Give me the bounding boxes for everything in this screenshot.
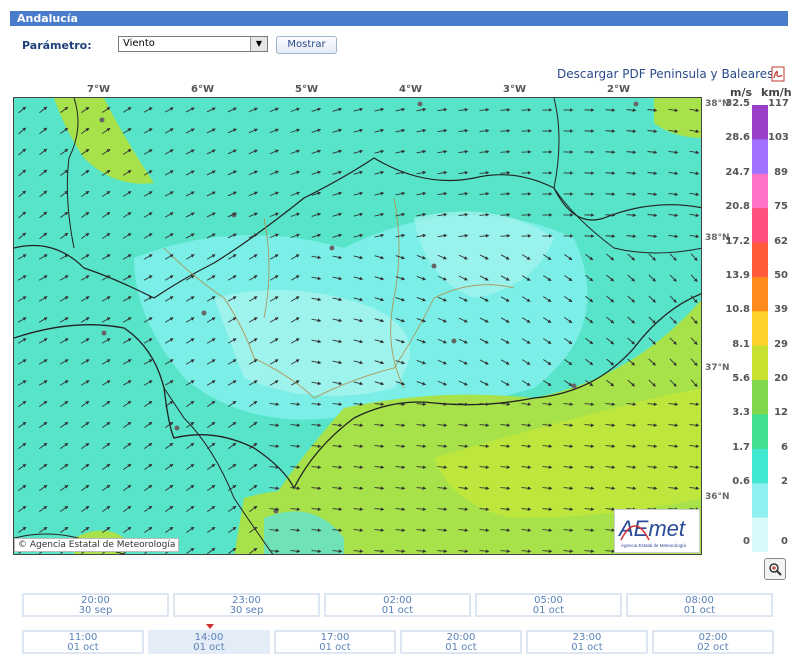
longitude-label: 5°W xyxy=(295,84,318,95)
time-slot-date: 01 oct xyxy=(571,642,603,653)
scale-kmh-label: 20 xyxy=(774,373,788,385)
color-scale-band xyxy=(752,448,768,484)
color-scale-band xyxy=(752,173,768,209)
timeline-row: 20:00 30 sep 23:00 30 sep 02:00 01 oct 05:00 01… xyxy=(22,593,777,617)
parameter-select-value: Viento xyxy=(123,38,155,49)
color-scale-band xyxy=(752,380,768,415)
time-slot-date: 01 oct xyxy=(319,642,351,653)
time-slot-date: 01 oct xyxy=(193,642,225,653)
time-slot[interactable]: 05:00 01 oct xyxy=(475,593,622,617)
color-scale-band xyxy=(752,311,768,347)
color-scale-band xyxy=(752,517,768,552)
scale-kmh-label: 29 xyxy=(774,338,788,350)
scale-kmh-label: 62 xyxy=(774,235,788,247)
scale-ms-label: 8.1 xyxy=(732,338,750,350)
scale-ms-label: 28.6 xyxy=(725,132,750,144)
selected-time-marker xyxy=(206,624,214,629)
download-pdf-link[interactable]: Descargar PDF Peninsula y Baleares xyxy=(557,67,773,81)
scale-kmh-label: 39 xyxy=(774,304,788,316)
wind-arrow xyxy=(605,171,616,175)
wind-arrow xyxy=(605,213,616,217)
scale-ms-label: 10.8 xyxy=(725,304,750,316)
color-scale-bar xyxy=(752,105,768,552)
scale-ms-label: 0.6 xyxy=(732,476,750,488)
scale-kmh-label: 75 xyxy=(774,201,788,213)
scale-kmh-label: 89 xyxy=(774,166,788,178)
time-slot[interactable]: 23:00 30 sep xyxy=(173,593,320,617)
color-scale-band xyxy=(752,276,768,312)
time-slot-date: 01 oct xyxy=(532,605,565,616)
scale-ms-label: 17.2 xyxy=(725,235,750,247)
zoom-icon[interactable] xyxy=(764,558,786,580)
page-title: Andalucía xyxy=(10,11,788,26)
longitude-label: 3°W xyxy=(503,84,526,95)
color-scale-band xyxy=(752,208,768,244)
color-scale-band xyxy=(752,483,768,519)
parameter-label: Parámetro: xyxy=(22,39,92,52)
scale-kmh-label: 0 xyxy=(781,536,788,547)
scale-ms-label: 0 xyxy=(743,536,750,547)
parameter-select[interactable]: Viento ▼ xyxy=(118,36,268,52)
scale-kmh-label: 117 xyxy=(768,98,789,109)
scale-ms-label: 3.3 xyxy=(732,407,750,419)
wind-arrow xyxy=(605,150,616,154)
time-slot[interactable]: 20:00 01 oct xyxy=(400,630,522,654)
color-scale-band xyxy=(752,105,768,140)
time-slot[interactable]: 17:00 01 oct xyxy=(274,630,396,654)
scale-ms-label: 1.7 xyxy=(732,441,750,453)
time-slot-date: 01 oct xyxy=(683,605,716,616)
wind-map[interactable] xyxy=(13,97,702,555)
time-slot[interactable]: 08:00 01 oct xyxy=(626,593,773,617)
scale-kmh-label: 50 xyxy=(774,269,788,281)
scale-kmh-label: 12 xyxy=(774,407,788,419)
longitude-label: 6°W xyxy=(191,84,214,95)
time-slot[interactable]: 23:00 01 oct xyxy=(526,630,648,654)
scale-ms-label: 24.7 xyxy=(725,166,750,178)
svg-text:Agencia Estatal de Meteorologí: Agencia Estatal de Meteorología xyxy=(621,543,687,548)
show-button[interactable]: Mostrar xyxy=(276,36,337,54)
svg-text:AEmet: AEmet xyxy=(617,516,686,541)
latitude-label: 37°N xyxy=(705,363,730,373)
time-slot-date: 02 oct xyxy=(697,642,729,653)
wind-arrow xyxy=(605,108,616,112)
time-slot[interactable]: 02:00 02 oct xyxy=(652,630,774,654)
color-scale-band xyxy=(752,242,768,278)
time-slot-date: 30 sep xyxy=(229,605,264,616)
timeline-row: 11:00 01 oct 14:00 01 oct 17:00 01 oct 20:00 01… xyxy=(22,630,778,654)
latitude-label: 36°N xyxy=(705,492,730,502)
pdf-icon[interactable] xyxy=(770,66,786,82)
longitude-label: 7°W xyxy=(87,84,110,95)
time-slot[interactable]: 02:00 01 oct xyxy=(324,593,471,617)
time-slot[interactable]: 11:00 01 oct xyxy=(22,630,144,654)
time-slot-date: 01 oct xyxy=(67,642,99,653)
aemet-logo: AEmet Agencia Estatal de Meteorología xyxy=(614,509,700,553)
color-scale-band xyxy=(752,139,768,175)
chevron-down-icon[interactable]: ▼ xyxy=(250,37,267,51)
time-slot-date: 01 oct xyxy=(381,605,414,616)
wind-arrow xyxy=(605,234,616,238)
longitude-label: 2°W xyxy=(607,84,630,95)
color-scale-band xyxy=(752,345,768,381)
wind-arrow xyxy=(605,192,616,196)
time-slot-date: 01 oct xyxy=(445,642,477,653)
time-slot[interactable]: 20:00 30 sep xyxy=(22,593,169,617)
scale-ms-label: 32.5 xyxy=(725,98,750,109)
scale-kmh-label: 103 xyxy=(768,132,789,144)
scale-kmh-label: 6 xyxy=(781,441,788,453)
color-scale-band xyxy=(752,414,768,450)
scale-kmh-label: 2 xyxy=(781,476,788,488)
wind-arrow xyxy=(605,129,616,133)
time-slot-date: 30 sep xyxy=(78,605,113,616)
scale-ms-label: 5.6 xyxy=(732,373,750,385)
longitude-label: 4°W xyxy=(399,84,422,95)
wind-map-canvas xyxy=(14,98,701,554)
copyright-notice: © Agencia Estatal de Meteorología xyxy=(14,538,180,552)
scale-ms-label: 20.8 xyxy=(725,201,750,213)
scale-ms-label: 13.9 xyxy=(725,269,750,281)
time-slot[interactable]: 14:00 01 oct xyxy=(148,630,270,654)
